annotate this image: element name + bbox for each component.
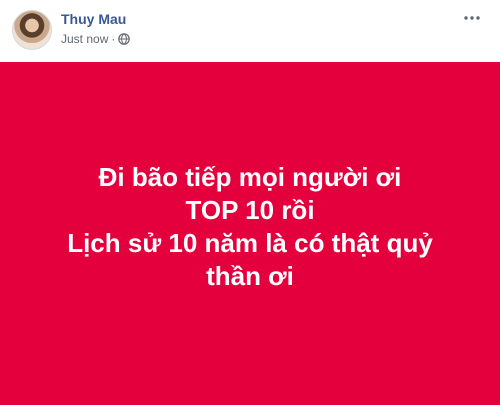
post-meta: Just now · [61, 31, 131, 47]
post-body: Đi bão tiếp mọi người ơi TOP 10 rồi Lịch… [0, 62, 500, 405]
globe-icon[interactable] [118, 33, 131, 45]
post-text-line: TOP 10 rồi [185, 194, 315, 225]
avatar[interactable] [12, 10, 52, 50]
meta-separator: · [111, 32, 116, 46]
post-text: Đi bão tiếp mọi người ơi TOP 10 rồi Lịch… [40, 161, 460, 293]
post-text-line: Lịch sử 10 năm là có thật quỷ [67, 227, 433, 258]
post-text-line: thần ơi [206, 260, 294, 291]
author-name[interactable]: Thuy Mau [61, 10, 126, 28]
more-horizontal-icon[interactable] [462, 8, 482, 28]
timestamp[interactable]: Just now [61, 32, 108, 46]
post-text-line: Đi bão tiếp mọi người ơi [98, 161, 402, 192]
post-header: Thuy Mau Just now · [0, 0, 500, 62]
